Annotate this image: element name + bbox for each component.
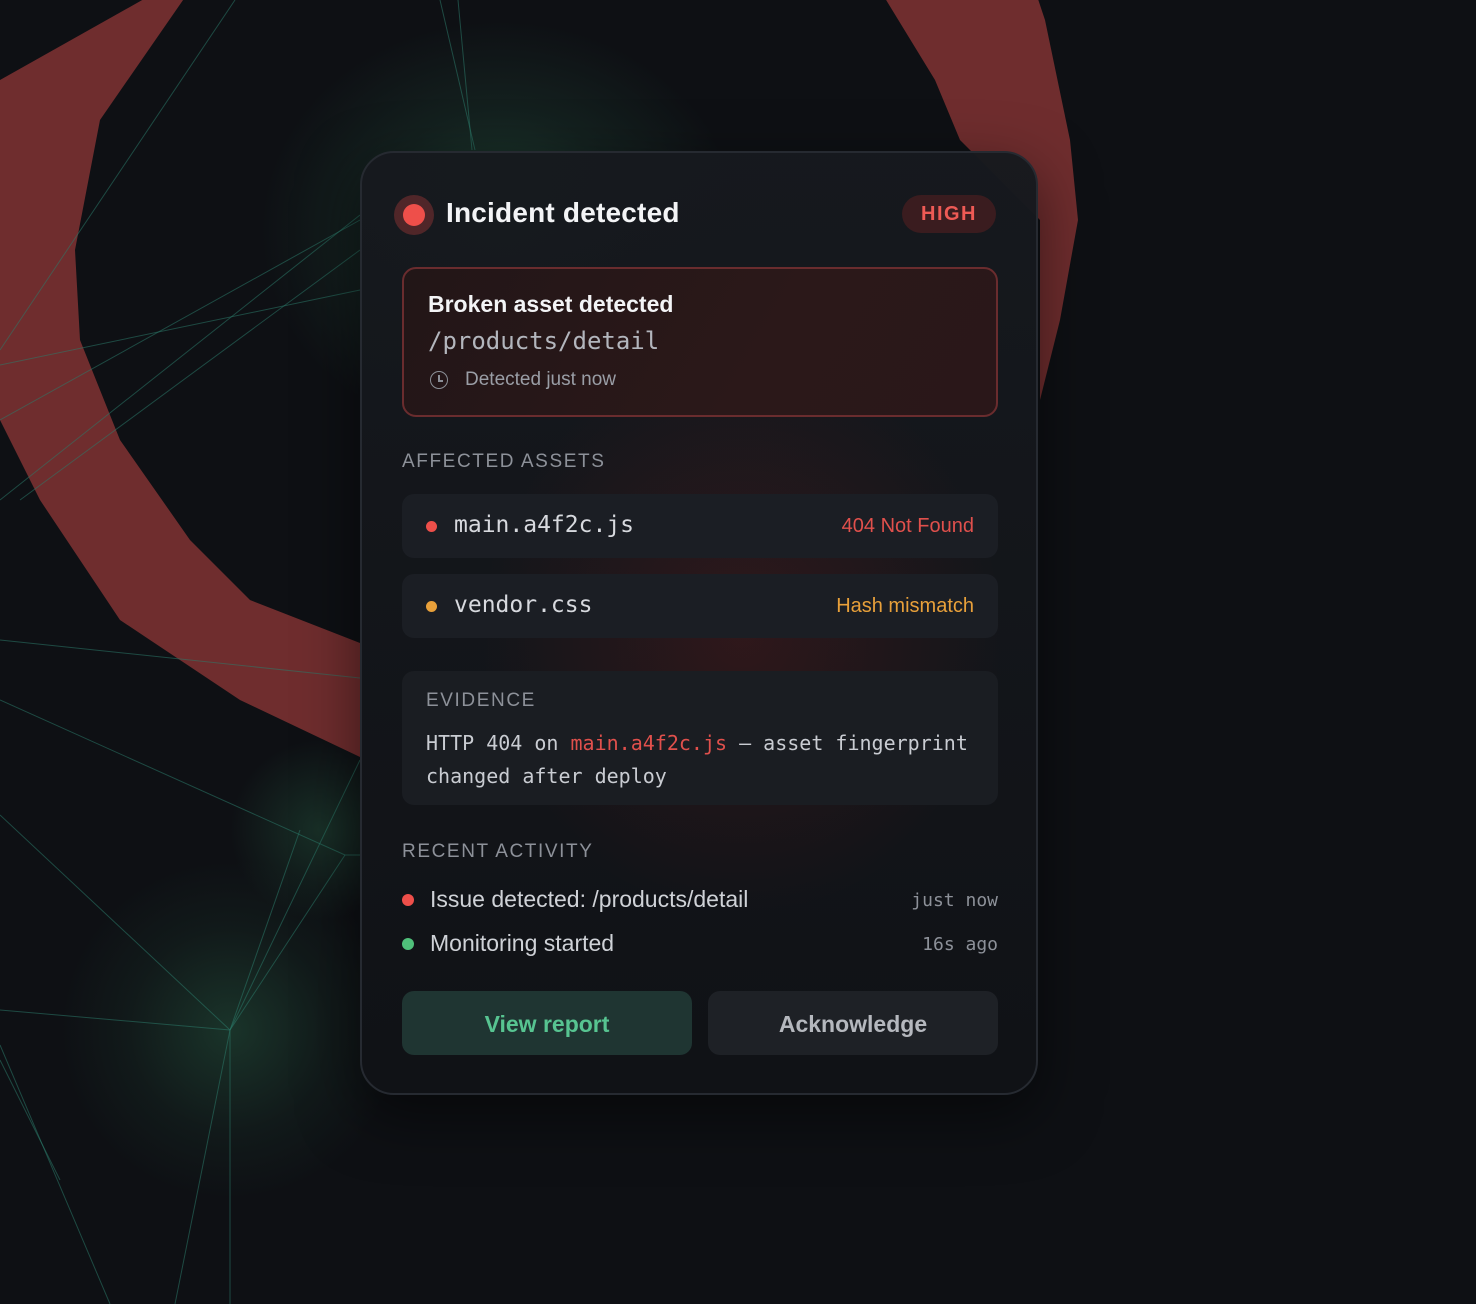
- evidence-text: HTTP 404 on main.a4f2c.js — asset finger…: [426, 727, 986, 793]
- view-report-button[interactable]: View report: [402, 991, 692, 1055]
- recent-activity-heading: RECENT ACTIVITY: [402, 841, 594, 862]
- activity-time: 16s ago: [922, 934, 998, 955]
- card-header: Incident detected HIGH: [394, 193, 996, 237]
- status-dot: [426, 521, 437, 532]
- asset-row[interactable]: main.a4f2c.js 404 Not Found: [402, 494, 998, 558]
- status-dot: [402, 894, 414, 906]
- evidence-asset-link: main.a4f2c.js: [570, 731, 728, 755]
- activity-text: Monitoring started: [430, 930, 615, 956]
- clock-icon: [430, 371, 448, 389]
- severity-badge: HIGH: [902, 195, 996, 233]
- alert-summary[interactable]: Broken asset detected /products/detail D…: [402, 267, 998, 417]
- affected-assets-heading: AFFECTED ASSETS: [402, 451, 606, 472]
- evidence-text-prefix: HTTP 404 on: [426, 731, 571, 755]
- activity-time: just now: [911, 890, 998, 911]
- incident-card: Incident detected HIGH Broken asset dete…: [360, 151, 1038, 1095]
- asset-name: vendor.css: [454, 592, 593, 618]
- asset-status: 404 Not Found: [841, 515, 974, 537]
- evidence-heading: EVIDENCE: [426, 690, 536, 711]
- status-dot: [426, 601, 437, 612]
- acknowledge-button[interactable]: Acknowledge: [708, 991, 998, 1055]
- activity-item: Monitoring started 16s ago: [402, 930, 998, 960]
- incident-title: Incident detected: [446, 197, 680, 228]
- alert-title: Broken asset detected: [428, 291, 674, 317]
- asset-status: Hash mismatch: [836, 595, 974, 617]
- asset-name: main.a4f2c.js: [454, 512, 635, 538]
- status-dot: [402, 938, 414, 950]
- evidence-panel: EVIDENCE HTTP 404 on main.a4f2c.js — ass…: [402, 671, 998, 805]
- alert-status-icon: [394, 195, 434, 235]
- alert-path: /products/detail: [428, 327, 660, 355]
- activity-item: Issue detected: /products/detail just no…: [402, 886, 998, 916]
- asset-row[interactable]: vendor.css Hash mismatch: [402, 574, 998, 638]
- activity-text: Issue detected: /products/detail: [430, 886, 749, 912]
- alert-time: Detected just now: [465, 369, 617, 390]
